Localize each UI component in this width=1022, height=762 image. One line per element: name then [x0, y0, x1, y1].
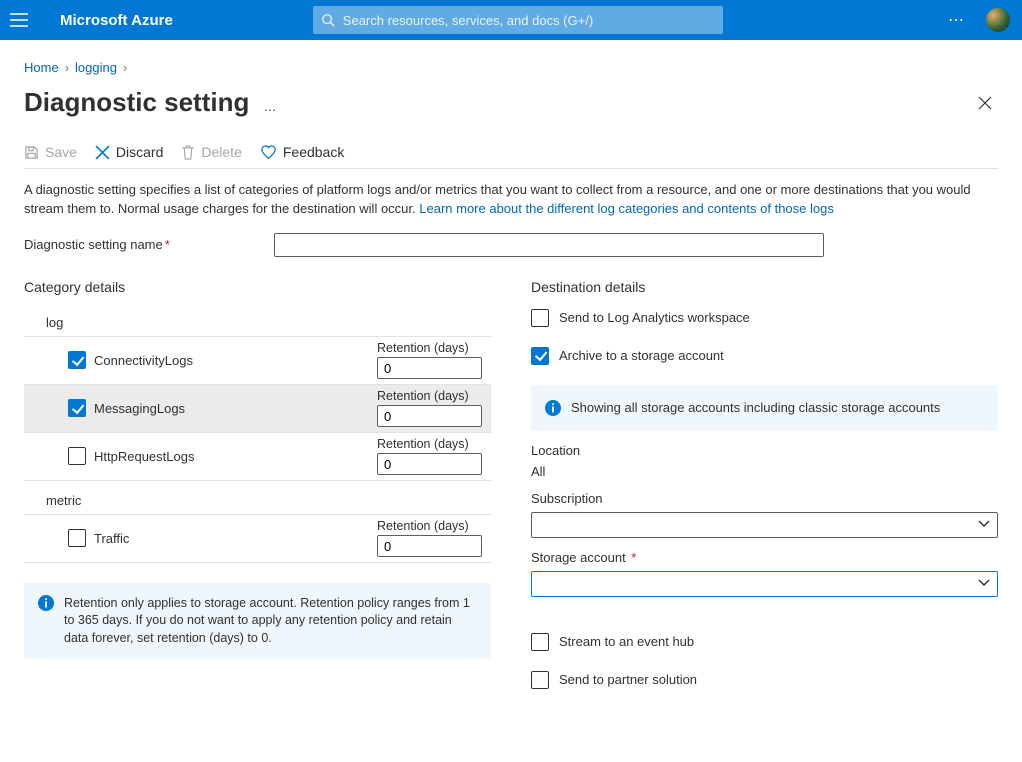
retention-label: Retention (days): [377, 389, 487, 403]
retention-label: Retention (days): [377, 437, 487, 451]
search-placeholder: Search resources, services, and docs (G+…: [343, 13, 593, 28]
breadcrumb-logging[interactable]: logging: [75, 60, 117, 75]
metric-row-traffic: Traffic Retention (days): [24, 515, 491, 563]
log-name: MessagingLogs: [94, 401, 185, 416]
metric-name: Traffic: [94, 531, 129, 546]
log-row-httprequest: HttpRequestLogs Retention (days): [24, 433, 491, 481]
chevron-down-icon: [978, 577, 990, 589]
checkbox-log-analytics[interactable]: [531, 309, 549, 327]
dest-stream-label: Stream to an event hub: [559, 634, 694, 649]
save-icon: [24, 145, 39, 160]
description: A diagnostic setting specifies a list of…: [24, 181, 998, 219]
retention-info: Retention only applies to storage accoun…: [24, 583, 491, 660]
checkbox-traffic[interactable]: [68, 529, 86, 547]
search-icon: [321, 13, 335, 27]
checkbox-connectivitylogs[interactable]: [68, 351, 86, 369]
subscription-select[interactable]: [531, 512, 998, 538]
category-details-heading: Category details: [24, 279, 491, 295]
metric-subheading: metric: [24, 487, 491, 515]
location-label: Location: [531, 443, 998, 458]
delete-icon: [181, 145, 195, 160]
retention-input-traffic[interactable]: [377, 535, 482, 557]
setting-name-input[interactable]: [274, 233, 824, 257]
storage-info: Showing all storage accounts including c…: [531, 385, 998, 431]
retention-input-httprequestlogs[interactable]: [377, 453, 482, 475]
breadcrumb-home[interactable]: Home: [24, 60, 59, 75]
topbar-more[interactable]: ⋯: [936, 10, 978, 30]
breadcrumb: Home › logging ›: [24, 60, 998, 75]
destination-details-heading: Destination details: [531, 279, 998, 295]
global-search[interactable]: Search resources, services, and docs (G+…: [313, 6, 723, 34]
save-button[interactable]: Save: [24, 144, 77, 160]
close-button[interactable]: [972, 90, 998, 116]
heart-icon: [260, 145, 277, 160]
location-value: All: [531, 464, 998, 479]
retention-input-connectivitylogs[interactable]: [377, 357, 482, 379]
info-icon: [38, 595, 54, 611]
retention-label: Retention (days): [377, 519, 487, 533]
retention-input-messaginglogs[interactable]: [377, 405, 482, 427]
dest-archive-label: Archive to a storage account: [559, 348, 724, 363]
title-more[interactable]: …: [263, 99, 278, 114]
discard-icon: [95, 145, 110, 160]
learn-more-link[interactable]: Learn more about the different log categ…: [419, 201, 834, 216]
checkbox-partner-solution[interactable]: [531, 671, 549, 689]
delete-button[interactable]: Delete: [181, 144, 241, 160]
log-name: ConnectivityLogs: [94, 353, 193, 368]
log-subheading: log: [24, 309, 491, 337]
dest-partner-label: Send to partner solution: [559, 672, 697, 687]
storage-account-select[interactable]: [531, 571, 998, 597]
log-row-messaging: MessagingLogs Retention (days): [24, 385, 491, 433]
brand: Microsoft Azure: [60, 12, 173, 29]
dest-log-analytics-label: Send to Log Analytics workspace: [559, 310, 750, 325]
checkbox-stream-eventhub[interactable]: [531, 633, 549, 651]
avatar[interactable]: [986, 8, 1010, 32]
checkbox-httprequestlogs[interactable]: [68, 447, 86, 465]
info-icon: [545, 400, 561, 416]
storage-account-label: Storage account *: [531, 550, 998, 565]
page-title: Diagnostic setting: [24, 87, 249, 118]
chevron-right-icon: ›: [123, 60, 127, 75]
hamburger-menu[interactable]: [10, 13, 30, 27]
setting-name-label: Diagnostic setting name*: [24, 237, 274, 252]
log-name: HttpRequestLogs: [94, 449, 194, 464]
close-icon: [978, 96, 992, 110]
discard-button[interactable]: Discard: [95, 144, 163, 160]
feedback-button[interactable]: Feedback: [260, 144, 344, 160]
checkbox-archive-storage[interactable]: [531, 347, 549, 365]
checkbox-messaginglogs[interactable]: [68, 399, 86, 417]
chevron-right-icon: ›: [65, 60, 69, 75]
retention-label: Retention (days): [377, 341, 487, 355]
log-row-connectivity: ConnectivityLogs Retention (days): [24, 337, 491, 385]
subscription-label: Subscription: [531, 491, 998, 506]
chevron-down-icon: [978, 518, 990, 530]
